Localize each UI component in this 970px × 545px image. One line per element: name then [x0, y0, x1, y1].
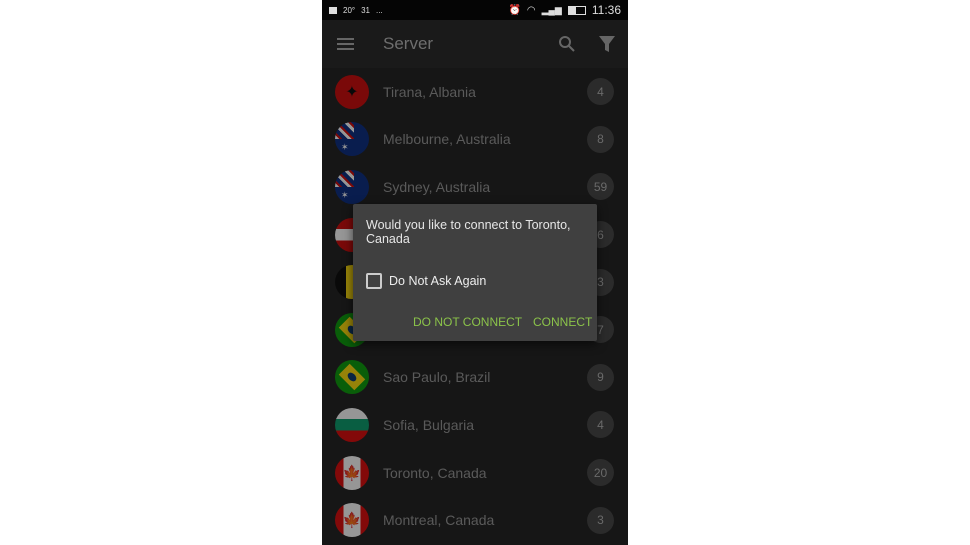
server-count-badge: 4: [587, 78, 614, 106]
flag-australia-icon: ✶: [335, 122, 369, 157]
battery-icon: [567, 5, 586, 15]
server-row[interactable]: ✦ Tirana, Albania 4: [322, 68, 628, 116]
server-row[interactable]: ✶ Melbourne, Australia 8: [322, 116, 628, 164]
status-temp: 20°: [343, 5, 356, 15]
dialog-message: Would you like to connect to Toronto, Ca…: [366, 218, 571, 246]
hamburger-icon[interactable]: [337, 38, 354, 50]
do-not-connect-button[interactable]: DO NOT CONNECT: [413, 315, 522, 329]
server-count-badge: 4: [587, 411, 614, 439]
status-bar: 20° 31 ... ⏰ ◠ ▂▄▆ 11:36: [322, 0, 628, 20]
server-name: Sydney, Australia: [383, 178, 491, 195]
server-name: Toronto, Canada: [383, 464, 487, 481]
flag-bulgaria-icon: [335, 407, 369, 442]
server-name: Sao Paulo, Brazil: [383, 369, 491, 386]
server-row[interactable]: Sao Paulo, Brazil 9: [322, 354, 628, 402]
server-count-badge: 3: [587, 506, 614, 534]
status-more: ...: [376, 5, 383, 15]
page-title: Server: [383, 34, 434, 53]
search-icon[interactable]: [558, 35, 576, 53]
server-name: Tirana, Albania: [383, 83, 476, 100]
server-name: Montreal, Canada: [383, 512, 495, 529]
status-time: 11:36: [591, 3, 621, 17]
filter-icon[interactable]: [598, 35, 616, 53]
server-count-badge: 20: [587, 459, 614, 487]
do-not-ask-checkbox[interactable]: Do Not Ask Again: [366, 273, 486, 289]
connect-button[interactable]: CONNECT: [533, 315, 592, 329]
checkbox-box[interactable]: [366, 273, 382, 289]
server-count-badge: 9: [587, 363, 614, 391]
alarm-icon: ⏰: [508, 4, 521, 16]
wifi-icon: ◠: [526, 4, 536, 16]
image-icon: [329, 6, 337, 14]
status-date: 31: [361, 5, 371, 15]
connect-dialog: Would you like to connect to Toronto, Ca…: [353, 204, 597, 341]
flag-brazil-icon: [335, 360, 369, 395]
server-name: Melbourne, Australia: [383, 131, 511, 148]
server-row[interactable]: Sofia, Bulgaria 4: [322, 401, 628, 449]
server-name: Sofia, Bulgaria: [383, 416, 475, 433]
checkbox-label: Do Not Ask Again: [389, 274, 487, 288]
flag-australia-icon: ✶: [335, 169, 369, 204]
toolbar: Server: [322, 20, 628, 68]
flag-canada-icon: 🍁: [335, 455, 369, 490]
server-count-badge: 8: [587, 125, 614, 153]
flag-canada-icon: 🍁: [335, 503, 369, 538]
server-count-badge: 59: [587, 173, 614, 201]
server-row[interactable]: 🍁 Montreal, Canada 3: [322, 496, 628, 544]
server-row[interactable]: 🍁 Toronto, Canada 20: [322, 449, 628, 497]
flag-albania-icon: ✦: [335, 74, 369, 109]
signal-icon: ▂▄▆: [541, 4, 562, 15]
